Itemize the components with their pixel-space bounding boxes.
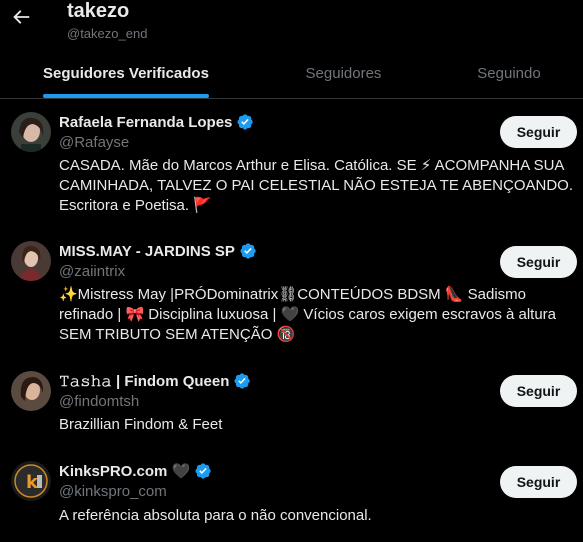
user-name: KinksPRO.com 🖤: [59, 463, 191, 480]
tab-label: Seguindo: [477, 64, 541, 82]
user-bio: ✨Mistress May |PRÓDominatrix⛓CONTEÚDOS B…: [59, 285, 575, 345]
avatar[interactable]: [11, 112, 51, 152]
bio-line: A referência absoluta para o não convenc…: [59, 507, 372, 524]
verified-badge-icon: [234, 373, 251, 389]
verified-badge-icon: [237, 114, 254, 130]
bio-line: ✨Mistress May |PRÓDominatrix⛓CONTEÚDOS B…: [59, 286, 527, 303]
user-name-row[interactable]: KinksPRO.com 🖤: [59, 462, 212, 480]
follow-button[interactable]: Seguir: [500, 466, 577, 498]
user-handle[interactable]: @zaiintrix: [59, 263, 125, 280]
bio-line: SEM TRIBUTO SEM ATENÇÃO 🔞: [59, 326, 296, 343]
user-bio: Brazillian Findom & Feet: [59, 415, 575, 435]
user-bio: A referência absoluta para o não convenc…: [59, 506, 575, 526]
user-cell[interactable]: Rafaela Fernanda Lopes @Rafayse CASADA. …: [0, 100, 583, 230]
user-bio: CASADA. Mãe do Marcos Arthur e Elisa. Ca…: [59, 156, 575, 216]
verified-badge-icon: [195, 463, 211, 479]
bio-line: Brazillian Findom & Feet: [59, 416, 223, 433]
user-name: MISS.MAY - JARDINS SP: [59, 242, 235, 260]
tab-bar: Seguidores Verificados Seguidores Seguin…: [0, 48, 583, 99]
user-handle[interactable]: @findomtsh: [59, 393, 139, 410]
tab-active-indicator: [43, 94, 209, 98]
user-cell[interactable]: MISS.MAY - JARDINS SP @zaiintrix ✨Mistre…: [0, 230, 583, 360]
page-title: takezo: [67, 0, 130, 22]
verified-badge-icon: [240, 243, 256, 259]
bio-line: CAMINHADA, TALVEZ O PAI CELESTIAL NÃO ES…: [59, 177, 574, 194]
user-cell[interactable]: k KinksPRO.com 🖤 @kinkspro_com A referên…: [0, 450, 583, 542]
user-name-row[interactable]: 𝚃𝚊𝚜𝚑𝚊 | Findom Queen: [59, 372, 251, 390]
page-handle: @takezo_end: [67, 26, 148, 41]
user-name: 𝚃𝚊𝚜𝚑𝚊 | Findom Queen: [59, 372, 230, 390]
user-name-row[interactable]: MISS.MAY - JARDINS SP: [59, 242, 257, 260]
user-handle[interactable]: @Rafayse: [59, 134, 129, 151]
tab-followers[interactable]: Seguidores: [252, 48, 435, 98]
bio-line: CASADA. Mãe do Marcos Arthur e Elisa. Ca…: [59, 157, 565, 174]
follow-button[interactable]: Seguir: [500, 375, 577, 407]
tab-label: Seguidores: [305, 64, 382, 82]
follow-button[interactable]: Seguir: [500, 246, 577, 278]
user-name: Rafaela Fernanda Lopes: [59, 113, 233, 131]
user-handle[interactable]: @kinkspro_com: [59, 483, 167, 500]
tab-following[interactable]: Seguindo: [435, 48, 583, 98]
bio-line: refinado | 🎀 Disciplina luxuosa | 🖤 Víci…: [59, 306, 557, 323]
user-cell[interactable]: 𝚃𝚊𝚜𝚑𝚊 | Findom Queen @findomtsh Brazilli…: [0, 360, 583, 450]
avatar[interactable]: [11, 241, 51, 281]
arrow-left-icon[interactable]: [10, 6, 32, 28]
profile-header: takezo @takezo_end: [0, 0, 583, 48]
user-name-row[interactable]: Rafaela Fernanda Lopes: [59, 113, 254, 131]
avatar[interactable]: [11, 371, 51, 411]
tab-label: Seguidores Verificados: [43, 64, 209, 82]
avatar[interactable]: k: [11, 461, 51, 501]
tab-verified-followers[interactable]: Seguidores Verificados: [0, 48, 252, 98]
follow-button[interactable]: Seguir: [500, 116, 577, 148]
bio-line: Escritora e Poetisa. 🚩: [59, 197, 212, 214]
